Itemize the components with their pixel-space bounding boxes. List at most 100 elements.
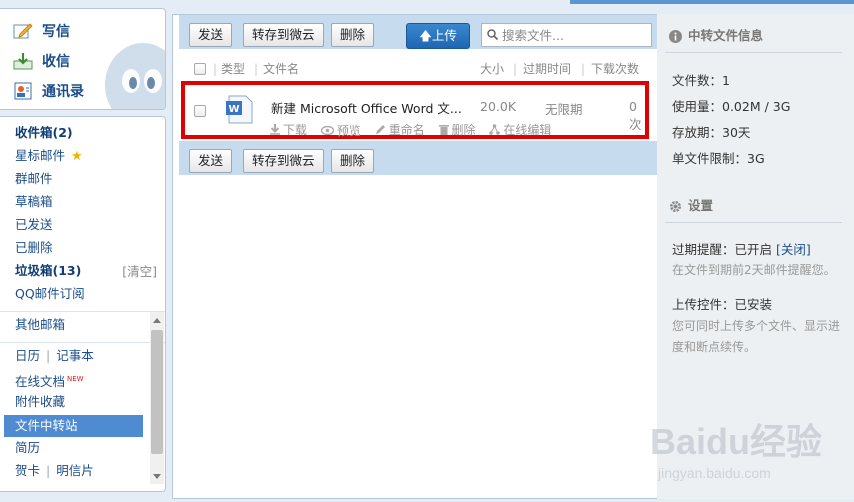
rename-action[interactable]: 重命名 xyxy=(375,121,425,138)
nav-group-mail[interactable]: 群邮件 xyxy=(15,169,53,189)
nav-greeting-postcard: 贺卡 | 明信片 xyxy=(15,463,94,478)
header-divider: | xyxy=(213,62,218,76)
receive-button[interactable]: 收信 xyxy=(12,49,70,73)
scroll-down-icon[interactable] xyxy=(153,474,161,479)
nav-starred-label: 星标邮件 xyxy=(15,148,66,163)
save-to-weiyun-button[interactable]: 转存到微云 xyxy=(243,149,324,173)
inbox-download-icon xyxy=(12,52,34,70)
divider xyxy=(665,52,842,53)
send-button[interactable]: 发送 xyxy=(189,23,233,47)
scroll-up-icon[interactable] xyxy=(153,318,161,323)
col-filename[interactable]: 文件名 xyxy=(263,59,299,79)
nav-sent[interactable]: 已发送 xyxy=(15,215,53,235)
delete-action[interactable]: 删除 xyxy=(438,121,476,138)
bottom-toolbar: 发送 转存到微云 删除 xyxy=(179,141,657,175)
usage: 使用量：0.02M / 3G xyxy=(672,99,791,114)
watermark-brand: Baidu经验 xyxy=(650,421,822,462)
nav-inbox[interactable]: 收件箱(2) xyxy=(15,123,73,143)
file-checkbox[interactable] xyxy=(194,105,206,117)
file-name[interactable]: 新建 Microsoft Office Word 文... xyxy=(271,98,462,117)
header-divider: | xyxy=(513,62,518,76)
preview-action[interactable]: 预览 xyxy=(320,122,361,139)
expiry-reminder-label: 过期提醒：已开启 xyxy=(672,242,773,257)
nav-file-transfer[interactable]: 文件中转站 xyxy=(4,415,143,437)
nav-qq-subscription[interactable]: QQ邮件订阅 xyxy=(15,284,85,304)
nav-drafts[interactable]: 草稿箱 xyxy=(15,192,53,212)
info-title: 中转文件信息 xyxy=(688,28,764,43)
file-transfer-main: 发送 转存到微云 删除 🡅上传 | 类型 | 文件名 大小 | 过期时间 | 下… xyxy=(172,14,657,499)
header-divider: | xyxy=(254,62,259,76)
delete-button[interactable]: 删除 xyxy=(331,23,375,47)
top-toolbar: 发送 转存到微云 删除 🡅上传 xyxy=(179,15,657,49)
eye-icon xyxy=(320,126,334,135)
watermark-url: jingyan.baidu.com xyxy=(657,465,771,481)
reminder-note: 在文件到期前2天邮件提醒您。 xyxy=(672,263,836,277)
delete-label: 删除 xyxy=(451,123,476,137)
word-document-icon: W xyxy=(226,95,253,124)
file-row-highlight[interactable]: W 新建 Microsoft Office Word 文... 20.0K 无限… xyxy=(181,81,649,139)
header-divider: | xyxy=(581,62,586,76)
send-button[interactable]: 发送 xyxy=(189,149,233,173)
col-size[interactable]: 大小 xyxy=(480,59,504,79)
nav-postcard[interactable]: 明信片 xyxy=(56,463,94,478)
preview-label: 预览 xyxy=(336,124,361,138)
storage-period: 存放期：30天 xyxy=(672,125,751,140)
upload-arrow-icon: 🡅 xyxy=(419,28,432,43)
star-icon: ★ xyxy=(71,149,83,164)
divider xyxy=(665,222,842,223)
upload-control-status: 上传控件：已安装 xyxy=(672,297,773,312)
nav-online-docs-label: 在线文档 xyxy=(15,374,66,390)
contacts-button[interactable]: 通讯录 xyxy=(12,79,84,103)
baidu-watermark: Baidu经验 jingyan.baidu.com xyxy=(650,421,822,481)
save-to-weiyun-button[interactable]: 转存到微云 xyxy=(243,23,324,47)
upload-note: 您可同时上传多个文件、显示进度和断点续传。 xyxy=(672,319,841,354)
nav-online-docs[interactable]: 在线文档 NEW xyxy=(15,369,84,389)
edit-online-label: 在线编辑 xyxy=(503,123,552,137)
compose-button[interactable]: 写信 xyxy=(12,19,70,43)
divider xyxy=(0,342,165,343)
file-size-limit: 单文件限制：3G xyxy=(672,151,765,166)
share-nodes-icon xyxy=(489,124,501,135)
upload-button[interactable]: 🡅上传 xyxy=(406,23,470,49)
nav-notes[interactable]: 记事本 xyxy=(56,348,94,363)
nav-deleted[interactable]: 已删除 xyxy=(15,238,53,258)
search-input[interactable] xyxy=(502,26,648,44)
nav-calendar[interactable]: 日历 xyxy=(15,348,40,363)
nav-calendar-notes: 日历 | 记事本 xyxy=(15,348,94,363)
qq-penguin-logo xyxy=(105,43,165,109)
file-expiry: 无限期 xyxy=(545,102,583,117)
compose-label: 写信 xyxy=(42,24,70,40)
clear-trash-link[interactable]: [清空] xyxy=(122,262,157,282)
nav-starred[interactable]: 星标邮件 ★ xyxy=(15,146,83,166)
search-icon xyxy=(487,29,498,40)
edit-online-action[interactable]: 在线编辑 xyxy=(489,121,551,138)
nav-greeting-card[interactable]: 贺卡 xyxy=(15,463,40,478)
col-expiry[interactable]: 过期时间 xyxy=(523,59,571,79)
select-all-checkbox[interactable] xyxy=(194,63,206,75)
col-downloads[interactable]: 下载次数 xyxy=(591,59,639,79)
expiry-reminder: 过期提醒：已开启 [关闭] xyxy=(672,239,811,258)
nav-file-transfer-label: 文件中转站 xyxy=(15,418,78,433)
file-download-count: 0次 xyxy=(629,99,642,132)
quick-actions-panel: 写信 收信 通讯录 xyxy=(0,8,166,110)
info-header: 中转文件信息 xyxy=(669,26,763,46)
info-icon xyxy=(669,29,682,43)
rename-label: 重命名 xyxy=(388,123,425,137)
download-label: 下载 xyxy=(283,123,308,137)
address-book-icon xyxy=(12,82,34,100)
nav-other-mailboxes[interactable]: 其他邮箱 xyxy=(15,315,65,335)
download-action[interactable]: 下载 xyxy=(270,121,307,138)
file-search[interactable] xyxy=(481,23,652,47)
trash-icon xyxy=(438,125,449,135)
close-reminder-link[interactable]: [关闭] xyxy=(776,242,811,257)
gear-icon xyxy=(670,200,681,212)
delete-button[interactable]: 删除 xyxy=(331,149,375,173)
nav-scrollbar-thumb[interactable] xyxy=(151,330,163,454)
receive-label: 收信 xyxy=(42,54,70,70)
pencil-icon xyxy=(12,22,34,40)
nav-resume[interactable]: 简历 xyxy=(15,438,40,458)
nav-attachments[interactable]: 附件收藏 xyxy=(15,392,65,412)
svg-text:W: W xyxy=(228,104,239,115)
file-actions: 下载 预览 重命名 删除 在线编辑 xyxy=(270,121,561,139)
nav-trash[interactable]: 垃圾箱(13) xyxy=(15,261,81,281)
